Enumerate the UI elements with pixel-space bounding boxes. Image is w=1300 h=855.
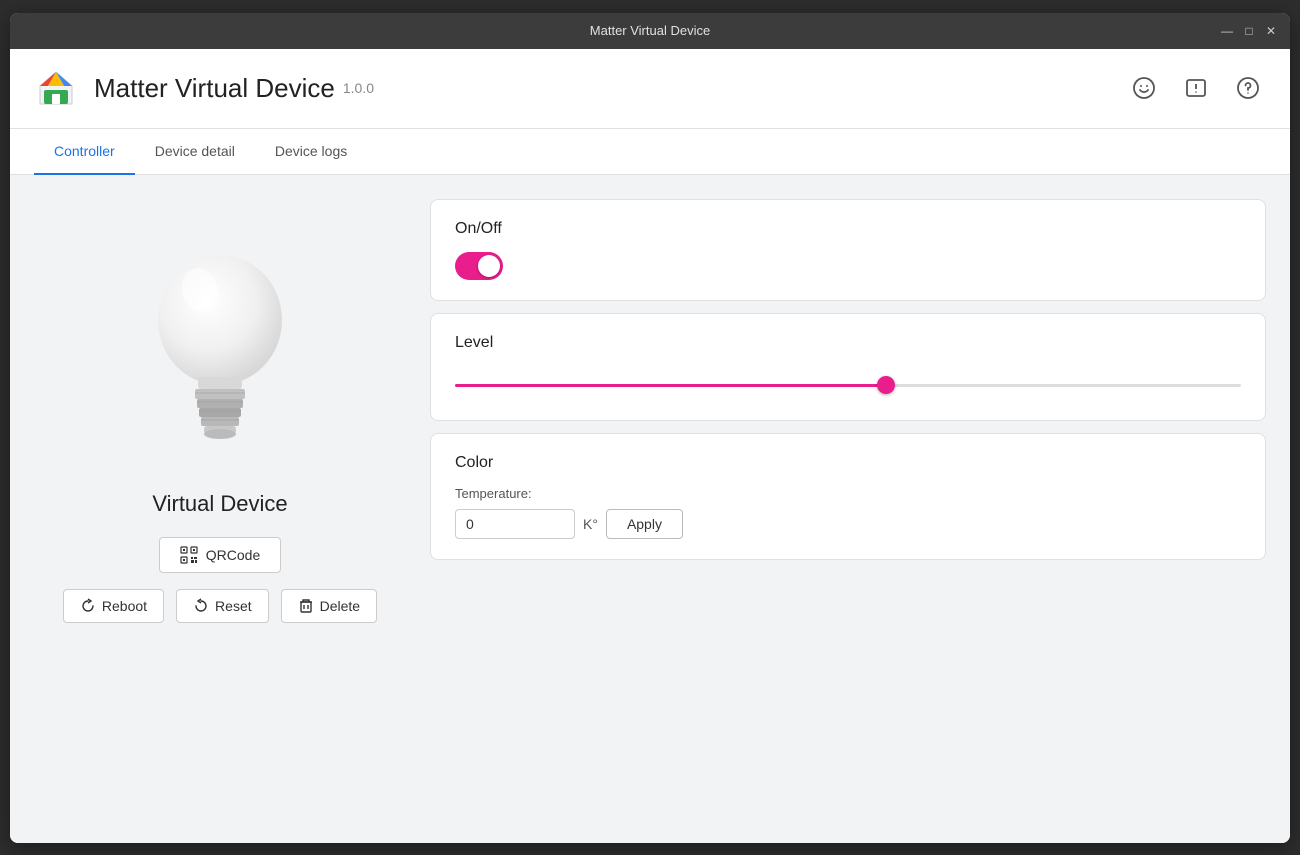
qrcode-label: QRCode	[206, 547, 260, 563]
app-window: Matter Virtual Device — □ ✕ Matter Virtu…	[10, 13, 1290, 843]
onoff-card: On/Off	[430, 199, 1266, 301]
minimize-button[interactable]: —	[1220, 24, 1234, 38]
reset-button[interactable]: Reset	[176, 589, 269, 623]
maximize-button[interactable]: □	[1242, 24, 1256, 38]
app-logo	[34, 66, 78, 110]
tab-device-detail[interactable]: Device detail	[135, 129, 255, 175]
help-button[interactable]	[1230, 70, 1266, 106]
header-icons	[1126, 70, 1266, 106]
action-buttons: Reboot Reset	[63, 589, 377, 623]
emoji-icon	[1132, 76, 1156, 100]
delete-button[interactable]: Delete	[281, 589, 377, 623]
left-panel: Virtual Device QRCode	[10, 175, 430, 843]
app-title: Matter Virtual Device	[94, 73, 335, 104]
reboot-button[interactable]: Reboot	[63, 589, 164, 623]
temperature-row: K° Apply	[455, 509, 1241, 539]
temperature-unit: K°	[583, 516, 598, 532]
toggle-thumb	[478, 255, 500, 277]
reboot-label: Reboot	[102, 598, 147, 614]
delete-icon	[298, 598, 314, 614]
level-slider-wrapper	[455, 366, 1241, 400]
apply-button[interactable]: Apply	[606, 509, 683, 539]
bulb-svg	[130, 225, 310, 465]
level-card: Level	[430, 313, 1266, 421]
close-button[interactable]: ✕	[1264, 24, 1278, 38]
tabs: Controller Device detail Device logs	[10, 129, 1290, 175]
reset-icon	[193, 598, 209, 614]
qrcode-button[interactable]: QRCode	[159, 537, 281, 573]
help-icon	[1236, 76, 1260, 100]
title-bar: Matter Virtual Device — □ ✕	[10, 13, 1290, 49]
qrcode-icon	[180, 546, 198, 564]
color-card: Color Temperature: K° Apply	[430, 433, 1266, 560]
app-version: 1.0.0	[343, 80, 374, 96]
main-content: Virtual Device QRCode	[10, 175, 1290, 843]
reset-label: Reset	[215, 598, 252, 614]
device-image	[120, 215, 320, 475]
device-name: Virtual Device	[152, 491, 287, 517]
onoff-toggle-wrapper	[455, 252, 1241, 280]
delete-label: Delete	[320, 598, 360, 614]
onoff-title: On/Off	[455, 220, 1241, 238]
color-title: Color	[455, 454, 1241, 472]
alert-button[interactable]	[1178, 70, 1214, 106]
alert-icon	[1184, 76, 1208, 100]
level-slider[interactable]	[455, 384, 1241, 387]
onoff-toggle[interactable]	[455, 252, 503, 280]
toggle-track	[455, 252, 503, 280]
tab-controller[interactable]: Controller	[34, 129, 135, 175]
emoji-button[interactable]	[1126, 70, 1162, 106]
title-bar-controls: — □ ✕	[1220, 24, 1278, 38]
right-panel: On/Off Level Colo	[430, 175, 1290, 843]
temperature-input[interactable]	[455, 509, 575, 539]
temperature-label: Temperature:	[455, 486, 1241, 501]
app-header: Matter Virtual Device 1.0.0	[10, 49, 1290, 129]
reboot-icon	[80, 598, 96, 614]
tab-device-logs[interactable]: Device logs	[255, 129, 367, 175]
title-bar-title: Matter Virtual Device	[590, 23, 710, 38]
level-title: Level	[455, 334, 1241, 352]
